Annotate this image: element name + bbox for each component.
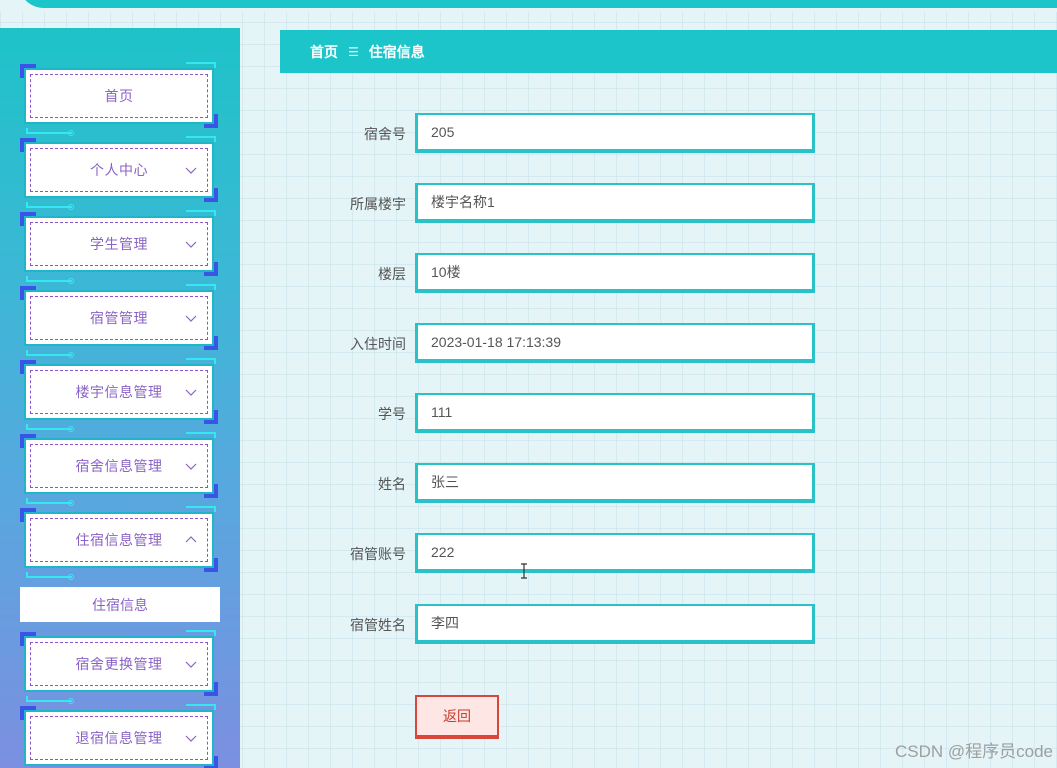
menu-inner: 住宿信息管理 <box>30 518 208 562</box>
menu-frame: 宿舍信息管理 <box>24 438 214 494</box>
frame-dot <box>68 204 74 210</box>
sidebar-item-label: 楼宇信息管理 <box>75 384 163 400</box>
chevron-down-icon <box>185 735 197 742</box>
form-row-building: 所属楼宇 <box>300 183 820 223</box>
menu-inner: 楼宇信息管理 <box>30 370 208 414</box>
building-field[interactable] <box>415 183 815 223</box>
menu-frame: 宿舍更换管理 <box>24 636 214 692</box>
chevron-up-icon <box>185 536 197 543</box>
sidebar-item-label: 学生管理 <box>90 236 148 252</box>
sidebar-subitem-accommodation-info[interactable]: 住宿信息 <box>20 587 220 622</box>
back-button[interactable]: 返回 <box>415 695 499 739</box>
frame-dot <box>68 130 74 136</box>
sidebar-item-building-info-management[interactable]: 楼宇信息管理 <box>20 358 220 432</box>
chevron-down-icon <box>185 167 197 174</box>
form-row-dorm-number: 宿舍号 <box>300 113 820 153</box>
sidebar-item-student-management[interactable]: 学生管理 <box>20 210 220 284</box>
student-id-field[interactable] <box>415 393 815 433</box>
sidebar-item-label: 个人中心 <box>90 162 148 178</box>
dorm-number-field[interactable] <box>415 113 815 153</box>
form-row-manager-name: 宿管姓名 <box>300 604 820 644</box>
menu-inner: 宿舍更换管理 <box>30 642 208 686</box>
frame-line <box>26 424 72 430</box>
frame-dot <box>68 698 74 704</box>
sidebar-item-personal-center[interactable]: 个人中心 <box>20 136 220 210</box>
frame-dot <box>68 352 74 358</box>
form-row-name: 姓名 <box>300 463 820 503</box>
sidebar-item-home[interactable]: 首页 <box>20 62 220 136</box>
sidebar-item-dorm-info-management[interactable]: 宿舍信息管理 <box>20 432 220 506</box>
sidebar-item-label: 宿舍更换管理 <box>75 656 163 672</box>
menu-frame: 学生管理 <box>24 216 214 272</box>
chevron-down-icon <box>185 389 197 396</box>
frame-line <box>26 276 72 282</box>
form-label: 所属楼宇 <box>350 196 406 212</box>
form-row-student-id: 学号 <box>300 393 820 433</box>
floor-field[interactable] <box>415 253 815 293</box>
menu-inner: 学生管理 <box>30 222 208 266</box>
sidebar: 首页 个人中心 学生管理 宿管管理 楼宇信息管理 宿舍信息管理 住宿信息管理 住… <box>0 28 240 768</box>
menu-frame: 楼宇信息管理 <box>24 364 214 420</box>
breadcrumb: 首页 ☰ 住宿信息 <box>280 30 1057 73</box>
chevron-down-icon <box>185 463 197 470</box>
menu-inner: 宿舍信息管理 <box>30 444 208 488</box>
breadcrumb-separator-icon: ☰ <box>348 44 359 59</box>
top-header-bar <box>18 0 1057 8</box>
breadcrumb-home[interactable]: 首页 <box>310 42 338 62</box>
form-label: 楼层 <box>378 266 406 282</box>
frame-dot <box>68 574 74 580</box>
frame-line <box>26 202 72 208</box>
form-label: 姓名 <box>378 476 406 492</box>
form-label: 宿管姓名 <box>350 617 406 633</box>
checkin-time-field[interactable] <box>415 323 815 363</box>
form-row-manager-account: 宿管账号 <box>300 533 820 573</box>
manager-account-field[interactable] <box>415 533 815 573</box>
frame-line <box>26 128 72 134</box>
manager-name-field[interactable] <box>415 604 815 644</box>
menu-inner: 个人中心 <box>30 148 208 192</box>
sidebar-item-dorm-manager-management[interactable]: 宿管管理 <box>20 284 220 358</box>
menu-frame: 退宿信息管理 <box>24 710 214 766</box>
menu-inner: 退宿信息管理 <box>30 716 208 760</box>
form-label: 学号 <box>378 406 406 422</box>
text-cursor-icon <box>521 563 527 579</box>
frame-dot <box>68 426 74 432</box>
menu-frame: 个人中心 <box>24 142 214 198</box>
chevron-down-icon <box>185 315 197 322</box>
sidebar-item-label: 住宿信息管理 <box>75 532 163 548</box>
form-row-floor: 楼层 <box>300 253 820 293</box>
sidebar-item-dorm-change-management[interactable]: 宿舍更换管理 <box>20 630 220 704</box>
form-row-checkin-time: 入住时间 <box>300 323 820 363</box>
sidebar-item-accommodation-info-management[interactable]: 住宿信息管理 <box>20 506 220 580</box>
breadcrumb-current: 住宿信息 <box>368 43 425 60</box>
frame-line <box>26 350 72 356</box>
menu-frame: 住宿信息管理 <box>24 512 214 568</box>
name-field[interactable] <box>415 463 815 503</box>
form-label: 宿管账号 <box>350 546 406 562</box>
sidebar-subitem-label: 住宿信息 <box>92 596 148 613</box>
menu-frame: 宿管管理 <box>24 290 214 346</box>
frame-dot <box>68 278 74 284</box>
frame-line <box>26 572 72 578</box>
sidebar-item-checkout-info-management[interactable]: 退宿信息管理 <box>20 704 220 768</box>
sidebar-item-label: 宿管管理 <box>90 310 148 326</box>
menu-inner: 首页 <box>30 74 208 118</box>
sidebar-item-label: 首页 <box>104 88 134 104</box>
chevron-down-icon <box>185 241 197 248</box>
frame-line <box>26 498 72 504</box>
top-header-strip <box>0 0 1057 12</box>
menu-frame: 首页 <box>24 68 214 124</box>
sidebar-item-label: 退宿信息管理 <box>75 730 163 746</box>
sidebar-item-label: 宿舍信息管理 <box>75 458 163 474</box>
frame-dot <box>68 500 74 506</box>
chevron-down-icon <box>185 661 197 668</box>
watermark: CSDN @程序员code <box>894 742 1053 761</box>
menu-inner: 宿管管理 <box>30 296 208 340</box>
frame-line <box>26 696 72 702</box>
form-label: 宿舍号 <box>364 126 406 142</box>
form-label: 入住时间 <box>350 336 406 352</box>
